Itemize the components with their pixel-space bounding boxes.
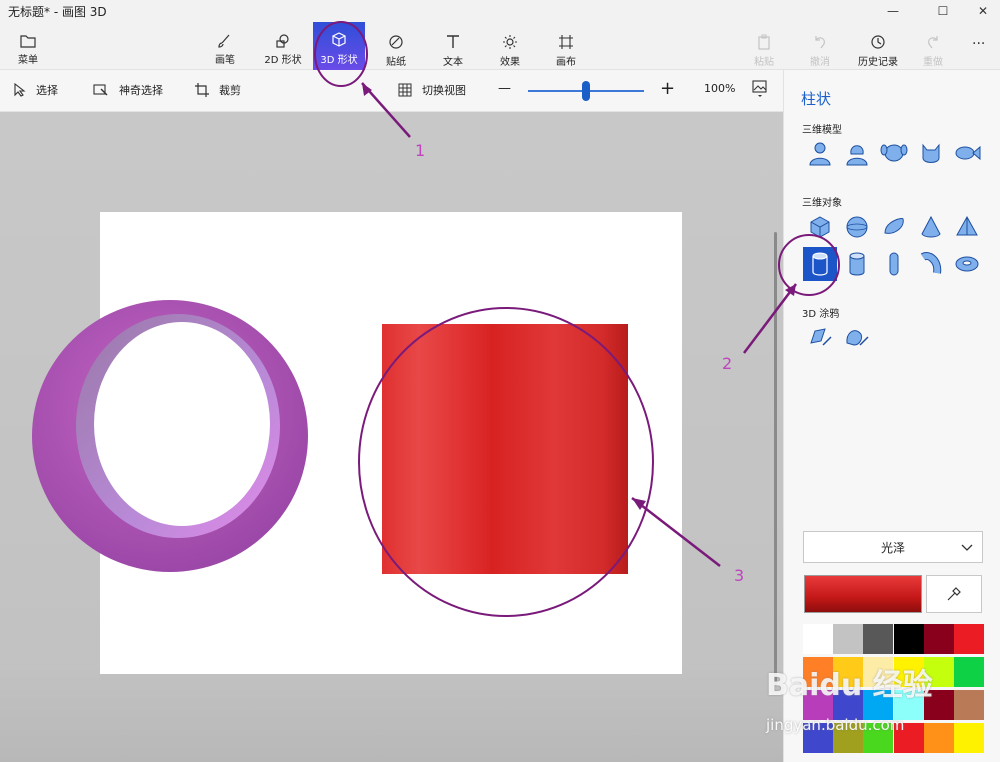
section-3d-doodle: 3D 涂鸦 — [802, 309, 840, 320]
minimize-button[interactable]: — — [870, 0, 916, 22]
fish-model-icon — [955, 145, 981, 161]
cone-object-button[interactable] — [914, 210, 948, 244]
eyedropper-icon — [947, 587, 961, 601]
sharp-doodle-icon — [810, 328, 832, 346]
redo-button[interactable]: 重做 — [907, 24, 959, 68]
woman-model-button[interactable] — [840, 136, 874, 170]
close-button[interactable]: ✕ — [960, 0, 1000, 22]
undo-icon — [815, 36, 825, 49]
dog-model-icon — [880, 144, 908, 162]
man-model-button[interactable] — [803, 136, 837, 170]
shape-panel: 柱状 三维模型 三维对象 3D 涂鸦 光泽 — [783, 70, 1000, 762]
palette-swatch[interactable] — [893, 624, 924, 654]
eyedropper-button[interactable] — [926, 575, 982, 613]
pyramid-icon — [956, 215, 978, 236]
section-3d-models: 三维模型 — [802, 125, 842, 136]
palette-swatch[interactable] — [893, 690, 924, 720]
curved-tube-icon — [920, 252, 942, 274]
cylinder-object-button[interactable] — [803, 247, 837, 281]
annotation-label-1: 1 — [415, 141, 426, 160]
palette-swatch[interactable] — [863, 723, 894, 753]
cylinder-object[interactable] — [382, 324, 628, 574]
fish-model-button[interactable] — [950, 136, 984, 170]
undo-button[interactable]: 撤消 — [794, 24, 846, 68]
finish-dropdown[interactable]: 光泽 — [803, 531, 983, 563]
history-icon — [871, 35, 885, 49]
curved-tube-object-button[interactable] — [914, 247, 948, 281]
annotation-label-2: 2 — [722, 354, 733, 373]
dog-model-button[interactable] — [877, 136, 911, 170]
palette-swatch[interactable] — [954, 657, 984, 687]
palette-swatch[interactable] — [923, 657, 954, 687]
chevron-down-icon — [961, 544, 973, 551]
palette-swatch[interactable] — [954, 690, 984, 720]
sphere-object-button[interactable] — [840, 210, 874, 244]
annotation-label-3: 3 — [734, 566, 745, 585]
palette-swatch[interactable] — [923, 690, 954, 720]
current-color-swatch[interactable] — [804, 575, 922, 613]
cat-model-button[interactable] — [914, 136, 948, 170]
section-3d-objects: 三维对象 — [802, 198, 842, 209]
panel-title: 柱状 — [801, 90, 832, 108]
palette-swatch[interactable] — [923, 723, 954, 753]
palette-swatch[interactable] — [893, 657, 924, 687]
hemisphere-icon — [884, 218, 904, 234]
cone-icon — [921, 215, 941, 238]
cube-icon — [810, 216, 830, 238]
more-options-button[interactable]: ··· — [972, 36, 985, 52]
woman-model-icon — [846, 145, 868, 166]
capsule-object-button[interactable] — [877, 247, 911, 281]
sphere-icon — [846, 216, 868, 238]
torus-icon — [955, 256, 979, 272]
palette-swatch[interactable] — [803, 657, 833, 687]
finish-value: 光泽 — [880, 540, 905, 555]
palette-swatch[interactable] — [923, 624, 954, 654]
torus-object-button[interactable] — [950, 247, 984, 281]
torus-object[interactable] — [32, 300, 308, 572]
palette-swatch[interactable] — [863, 657, 894, 687]
scene-objects — [32, 300, 628, 574]
hemisphere-object-button[interactable] — [877, 210, 911, 244]
palette-swatch[interactable] — [803, 723, 833, 753]
palette-swatch[interactable] — [833, 723, 864, 753]
palette-swatch[interactable] — [803, 624, 833, 654]
palette-swatch[interactable] — [863, 690, 894, 720]
sharp-doodle-button[interactable] — [803, 320, 837, 354]
palette-swatch[interactable] — [893, 723, 924, 753]
capsule-icon — [889, 252, 899, 276]
man-model-icon — [809, 142, 831, 166]
soft-doodle-button[interactable] — [840, 320, 874, 354]
redo-icon — [928, 36, 938, 49]
palette-swatch[interactable] — [833, 624, 864, 654]
history-label: 历史记录 — [858, 57, 898, 68]
history-button[interactable]: 历史记录 — [851, 24, 905, 68]
tube-icon — [849, 252, 865, 276]
cylinder-icon — [812, 252, 828, 276]
tube-object-button[interactable] — [840, 247, 874, 281]
palette-swatch[interactable] — [833, 657, 864, 687]
redo-label: 重做 — [923, 57, 943, 68]
undo-label: 撤消 — [810, 57, 830, 68]
soft-doodle-icon — [846, 330, 869, 346]
cube-object-button[interactable] — [803, 210, 837, 244]
palette-swatch[interactable] — [833, 690, 864, 720]
palette-swatch[interactable] — [954, 723, 984, 753]
cat-model-icon — [922, 143, 940, 163]
palette-swatch[interactable] — [954, 624, 984, 654]
palette-swatch[interactable] — [863, 624, 894, 654]
pyramid-object-button[interactable] — [950, 210, 984, 244]
palette-swatch[interactable] — [803, 690, 833, 720]
